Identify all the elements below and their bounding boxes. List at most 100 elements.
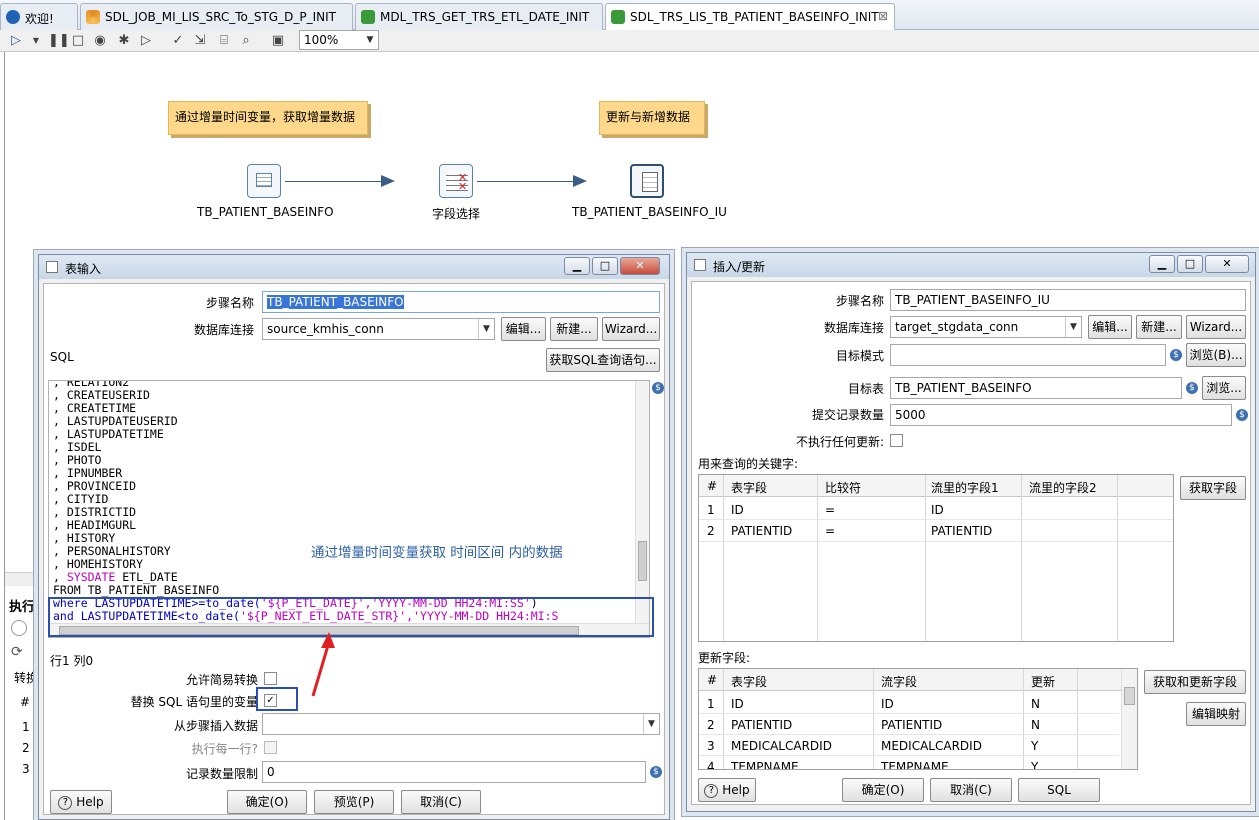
maximize-button[interactable]: □ [592, 257, 618, 275]
canvas-hscrollbar[interactable] [5, 572, 39, 586]
column-header[interactable]: 流里的字段1 [931, 479, 999, 496]
browse-schema-button[interactable]: 浏览(B)... [1186, 343, 1246, 367]
execute-each-row-checkbox[interactable] [264, 741, 277, 754]
limit-size-input[interactable]: 0 [262, 761, 646, 783]
close-tab-icon[interactable]: ⊠ [878, 9, 888, 23]
hop-arrow-icon [381, 175, 395, 187]
preview-button[interactable]: 预览(P) [314, 790, 394, 814]
step-name-input[interactable]: TB_PATIENT_BASEINFO_IU [890, 289, 1246, 311]
get-update-fields-button[interactable]: 获取和更新字段 [1144, 670, 1246, 694]
hop-line[interactable] [477, 181, 575, 182]
sql-icon[interactable]: ⌸ [216, 33, 232, 49]
target-schema-label: 目标模式 [835, 349, 884, 363]
edit-mapping-button[interactable]: 编辑映射 [1186, 702, 1246, 726]
wizard-button[interactable]: Wizard... [602, 317, 660, 341]
insert-from-step-select[interactable]: ▼ [262, 713, 660, 735]
column-header[interactable]: 比较符 [825, 479, 861, 496]
history-icon[interactable] [11, 620, 27, 636]
pause-icon[interactable]: ❚❚ [48, 33, 70, 49]
run-dropdown-icon[interactable]: ▼ [28, 33, 44, 49]
new-connection-button[interactable]: 新建... [550, 317, 598, 341]
update-fields-grid[interactable]: # 表字段 流字段 更新 1 ID ID N 2 PATIENTID PATIE… [698, 668, 1138, 770]
dialog-icon [46, 261, 58, 273]
commit-size-input[interactable]: 5000 [890, 404, 1232, 426]
debug-icon[interactable]: ✱ [116, 33, 132, 49]
variable-icon: $ [1186, 382, 1198, 394]
tab-welcome[interactable]: 欢迎! [0, 3, 78, 30]
get-sql-button[interactable]: 获取SQL查询语句... [546, 348, 660, 372]
ok-button[interactable]: 确定(O) [227, 790, 307, 814]
sql-vscrollbar[interactable] [635, 381, 649, 624]
zoom-select[interactable]: 100% ▼ [299, 30, 379, 50]
run-icon[interactable]: ▷ [8, 33, 24, 49]
lookup-keys-grid[interactable]: # 表字段 比较符 流里的字段1 流里的字段2 1 ID = ID 2 PATI… [698, 474, 1174, 642]
db-connection-label: 数据库连接 [823, 321, 884, 335]
allow-lazy-conversion-label: 允许简易转换 [185, 673, 258, 687]
db-connection-select[interactable]: source_kmhis_conn ▼ [262, 318, 495, 340]
column-header[interactable]: 表字段 [731, 479, 767, 496]
tab-transformation-patient-baseinfo[interactable]: SDL_TRS_LIS_TB_PATIENT_BASEINFO_INIT ⊠ [605, 3, 895, 30]
target-table-input[interactable]: TB_PATIENT_BASEINFO [890, 377, 1182, 399]
get-fields-button[interactable]: 获取字段 [1180, 476, 1246, 500]
dont-update-checkbox[interactable] [890, 434, 903, 447]
replay-icon[interactable]: ▷ [138, 33, 154, 49]
close-button[interactable]: ✕ [1205, 255, 1249, 273]
target-schema-input[interactable] [890, 344, 1166, 366]
step-name-label: 步骤名称 [205, 296, 254, 310]
welcome-icon [6, 10, 20, 24]
highlight-box [256, 687, 298, 711]
maximize-button[interactable]: □ [1177, 255, 1203, 273]
step-label: TB_PATIENT_BASEINFO [197, 205, 334, 219]
dialog-titlebar[interactable]: 插入/更新 ▁ □ ✕ [687, 253, 1255, 277]
sql-button[interactable]: SQL [1018, 778, 1100, 802]
ok-button[interactable]: 确定(O) [842, 778, 924, 802]
update-fields-label: 更新字段: [698, 651, 751, 665]
step-name-input[interactable]: TB_PATIENT_BASEINFO [262, 291, 660, 313]
transformation-icon [611, 10, 625, 24]
table-input-step-icon[interactable] [247, 164, 281, 198]
minimize-button[interactable]: ▁ [564, 257, 590, 275]
column-header[interactable]: 表字段 [731, 673, 767, 690]
db-connection-select[interactable]: target_stgdata_conn ▼ [890, 316, 1082, 338]
wizard-button[interactable]: Wizard... [1186, 315, 1246, 339]
refresh-icon[interactable]: ⟳ [11, 644, 27, 660]
column-header[interactable]: 流里的字段2 [1029, 479, 1097, 496]
select-values-step-icon[interactable]: ✕ ✕ [439, 164, 473, 198]
preview-icon[interactable]: ◉ [92, 33, 108, 49]
impact-icon[interactable]: ⇲ [192, 33, 208, 49]
tab-transformation-get-date[interactable]: MDL_TRS_GET_TRS_ETL_DATE_INIT [355, 3, 603, 30]
dialog-body: 步骤名称 TB_PATIENT_BASEINFO 数据库连接 source_km… [43, 283, 665, 815]
chevron-down-icon: ▼ [643, 714, 659, 734]
insert-update-step-icon[interactable] [630, 164, 664, 198]
edit-connection-button[interactable]: 编辑... [501, 317, 546, 341]
verify-icon[interactable]: ✓ [170, 33, 186, 49]
limit-size-label: 记录数量限制 [185, 767, 258, 781]
allow-lazy-conversion-checkbox[interactable] [264, 672, 277, 685]
variable-icon: $ [652, 382, 664, 394]
chevron-down-icon: ▼ [478, 319, 494, 339]
stop-icon[interactable]: □ [70, 33, 86, 49]
minimize-button[interactable]: ▁ [1149, 255, 1175, 273]
new-connection-button[interactable]: 新建... [1136, 315, 1182, 339]
browse-table-button[interactable]: 浏览... [1202, 376, 1246, 400]
column-header[interactable]: 流字段 [881, 673, 917, 690]
dialog-titlebar[interactable]: 表输入 ▁ □ ✕ [39, 255, 669, 279]
update-grid-vscrollbar[interactable] [1121, 669, 1137, 769]
step-label: 字段选择 [432, 207, 481, 221]
show-results-icon[interactable]: ▣ [270, 33, 286, 49]
hop-line[interactable] [285, 181, 383, 182]
cancel-button[interactable]: 取消(C) [930, 778, 1012, 802]
tab-job[interactable]: SDL_JOB_MI_LIS_SRC_To_STG_D_P_INIT [80, 3, 353, 30]
exec-tab-label[interactable]: 转换 [14, 669, 38, 686]
canvas-note[interactable]: 通过增量时间变量，获取增量数据 [168, 101, 368, 135]
help-button[interactable]: ? Help [698, 778, 756, 802]
highlight-box [48, 597, 654, 637]
column-header[interactable]: 更新 [1031, 673, 1055, 690]
insert-update-dialog: 插入/更新 ▁ □ ✕ 步骤名称 TB_PATIENT_BASEINFO_IU … [686, 252, 1256, 812]
explore-db-icon[interactable]: ⌕ [238, 33, 254, 49]
canvas-note[interactable]: 更新与新增数据 [599, 101, 705, 135]
help-button[interactable]: ? Help [50, 790, 112, 814]
cancel-button[interactable]: 取消(C) [401, 790, 481, 814]
close-button[interactable]: ✕ [620, 257, 660, 275]
edit-connection-button[interactable]: 编辑... [1088, 315, 1132, 339]
